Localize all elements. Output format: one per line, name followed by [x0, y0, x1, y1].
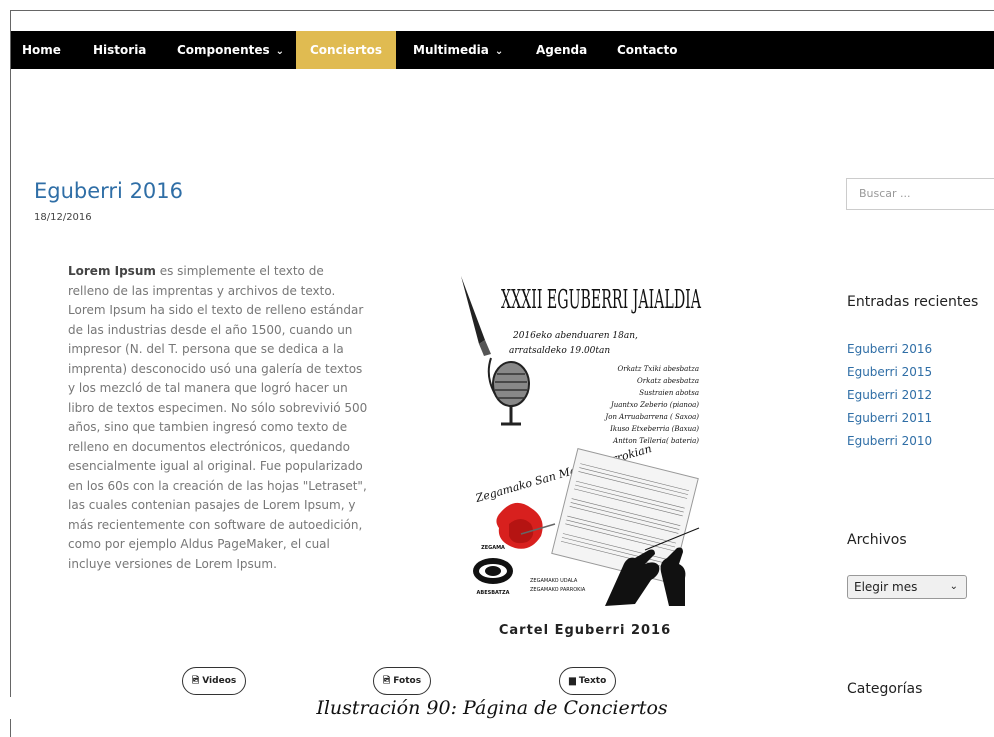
- videos-button-label: Videos: [202, 676, 237, 686]
- chevron-down-icon: ⌄: [494, 46, 504, 57]
- poster-performer: Orkatz Txiki abesbatza: [617, 365, 699, 373]
- nav-item-label: Conciertos: [310, 43, 382, 57]
- chevron-down-icon: ⌄: [275, 46, 285, 57]
- recent-post-link[interactable]: Eguberri 2011: [847, 407, 932, 430]
- categories-title: Categorías: [847, 681, 923, 697]
- search-input[interactable]: Buscar ...: [846, 178, 994, 210]
- post-body-text: es simplemente el texto de relleno de la…: [68, 264, 368, 571]
- archives-select-value: Elegir mes: [854, 580, 918, 594]
- nav-item-componentes[interactable]: Componentes ⌄: [177, 31, 284, 69]
- poster-headline: XXXII EGUBERRI JAIALDIA: [501, 285, 702, 315]
- nav-item-multimedia[interactable]: Multimedia ⌄: [413, 31, 503, 69]
- poster-sponsor2: ZEGAMAKO PARROKIA: [530, 587, 586, 593]
- poster-performer: Antton Telleria( bateria): [612, 437, 699, 445]
- nav-item-conciertos[interactable]: Conciertos: [296, 31, 396, 69]
- main-nav: Home Historia Componentes ⌄ Conciertos Mu…: [11, 31, 994, 69]
- image-icon: 🖻: [192, 676, 200, 686]
- poster-logo-top: ZEGAMA: [481, 545, 505, 551]
- nav-item-label: Multimedia: [413, 43, 489, 57]
- poster-performer: Ikuso Etxeberria (Baxua): [609, 425, 699, 433]
- post-body: Lorem Ipsum es simplemente el texto de r…: [68, 262, 368, 574]
- image-caption: Cartel Eguberri 2016: [498, 623, 672, 638]
- figure-caption: Ilustración 90: Página de Conciertos: [0, 697, 984, 719]
- nav-item-home[interactable]: Home: [22, 31, 61, 69]
- post-body-bold: Lorem Ipsum: [68, 264, 156, 278]
- poster-date-line2: arratsaldeko 19.00tan: [509, 346, 610, 356]
- browser-viewport: Home Historia Componentes ⌄ Conciertos Mu…: [10, 10, 994, 737]
- archives-select[interactable]: Elegir mes ⌄: [847, 575, 967, 599]
- nav-item-label: Historia: [93, 43, 147, 57]
- poster-performer: Juantxo Zeberio (pianoa): [609, 401, 699, 409]
- poster-date-line1: 2016eko abenduaren 18an,: [512, 331, 638, 341]
- nav-item-historia[interactable]: Historia: [93, 31, 146, 69]
- fotos-button-label: Fotos: [393, 676, 422, 686]
- nav-item-agenda[interactable]: Agenda: [536, 31, 587, 69]
- texto-button[interactable]: ▆ Texto: [559, 667, 617, 695]
- recent-post-link[interactable]: Eguberri 2010: [847, 430, 932, 453]
- poster-performer: Orkatz abesbatza: [637, 377, 699, 385]
- videos-button[interactable]: 🖻 Videos: [182, 667, 247, 695]
- search-placeholder: Buscar ...: [859, 187, 911, 200]
- poster-performer: Sustraien abotsa: [639, 389, 699, 397]
- recent-post-link[interactable]: Eguberri 2015: [847, 361, 932, 384]
- nav-item-label: Contacto: [617, 43, 678, 57]
- recent-post-link[interactable]: Eguberri 2012: [847, 384, 932, 407]
- texto-button-label: Texto: [578, 676, 607, 686]
- recent-posts-list: Eguberri 2016 Eguberri 2015 Eguberri 201…: [847, 338, 932, 453]
- chevron-down-icon: ⌄: [949, 581, 958, 592]
- document-icon: ▆: [569, 676, 576, 686]
- archives-title: Archivos: [847, 532, 907, 548]
- nav-item-label: Componentes: [177, 43, 270, 57]
- poster-sponsor1: ZEGAMAKO UDALA: [530, 578, 578, 584]
- nav-item-label: Agenda: [536, 43, 588, 57]
- recent-post-link[interactable]: Eguberri 2016: [847, 338, 932, 361]
- recent-posts-title: Entradas recientes: [847, 294, 979, 310]
- nav-item-label: Home: [22, 43, 61, 57]
- poster-performer: Jon Arruabarrena ( Saxoa): [603, 413, 699, 421]
- concert-poster-image[interactable]: XXXII EGUBERRI JAIALDIA 2016eko abenduar…: [455, 266, 705, 606]
- nav-item-contacto[interactable]: Contacto: [617, 31, 678, 69]
- post-date: 18/12/2016: [34, 212, 92, 223]
- image-icon: 🖻: [383, 676, 391, 686]
- poster-logo-bottom: ABESBATZA: [477, 590, 510, 596]
- fotos-button[interactable]: 🖻 Fotos: [373, 667, 432, 695]
- post-title[interactable]: Eguberri 2016: [34, 179, 183, 203]
